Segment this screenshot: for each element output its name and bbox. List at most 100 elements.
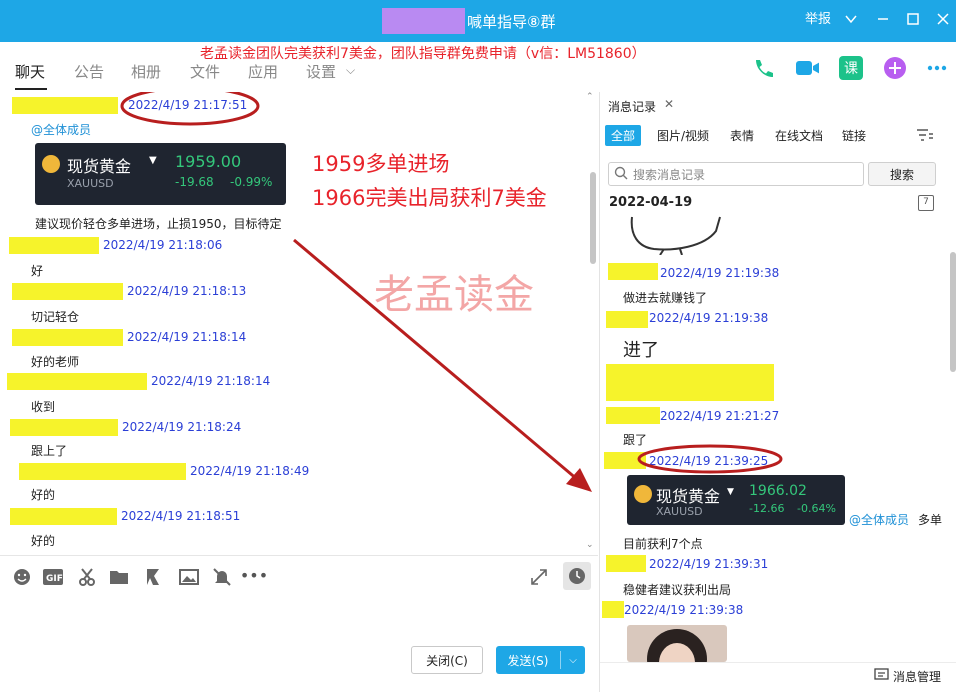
add-app-icon[interactable] [883, 56, 907, 80]
folder-icon[interactable] [109, 568, 129, 586]
message-input[interactable] [0, 595, 598, 692]
history-scrollbar[interactable] [950, 252, 956, 372]
message-timestamp: 2022/4/19 21:21:27 [660, 409, 780, 423]
more-tools-icon[interactable]: ••• [240, 566, 268, 585]
redaction-block [606, 407, 660, 424]
gold-quote-card[interactable]: 现货黄金 ▼ XAUUSD 1966.02 -12.66 -0.64% [627, 475, 845, 525]
quote-symbol: XAUUSD [656, 505, 703, 518]
phone-call-icon[interactable] [751, 56, 775, 80]
quote-symbol: XAUUSD [67, 177, 114, 190]
scroll-down-icon[interactable]: ⌄ [586, 540, 594, 550]
redaction-block [602, 601, 624, 618]
message-manage-icon [874, 668, 889, 685]
redaction-block [606, 555, 646, 572]
compose-toolbar: GIF ••• [0, 555, 598, 595]
course-icon[interactable]: 课 [839, 56, 863, 80]
tab-message-history[interactable]: 消息记录 [608, 98, 656, 115]
redaction-block [10, 508, 117, 525]
redaction-block [19, 463, 186, 480]
message-manage-button[interactable]: 消息管理 [893, 668, 941, 685]
close-tab-icon[interactable]: ✕ [664, 97, 674, 111]
sticker-image[interactable] [624, 215, 724, 255]
send-button[interactable]: 发送(S) ⌵ [496, 646, 585, 674]
window-title: 喊单指导⑧群 [382, 8, 555, 34]
active-tab-indicator [15, 88, 47, 90]
quote-name: 现货黄金 [656, 487, 721, 506]
annotation-exit: 1966完美出局获利7美金 [312, 186, 547, 210]
message-timestamp: 2022/4/19 21:18:51 [121, 509, 241, 523]
mention-all[interactable]: @全体成员 [849, 511, 909, 528]
redaction-block [7, 373, 147, 390]
redaction-block [606, 311, 648, 328]
message-text: 跟上了 [31, 444, 68, 458]
send-button-label[interactable]: 发送(S) [496, 652, 560, 669]
message-text: 做进去就赚钱了 [623, 291, 708, 305]
quote-price: 1966.02 [749, 483, 807, 499]
history-filter-bar: 全部 图片/视频 表情 在线文档 链接 [604, 125, 956, 147]
chat-message-area[interactable]: 2022/4/19 21:17:51 @全体成员 现货黄金 ▼ XAUUSD 1… [0, 92, 598, 554]
message-timestamp: 2022/4/19 21:19:38 [660, 266, 780, 280]
history-clock-icon[interactable] [563, 562, 591, 590]
expand-icon[interactable] [529, 568, 549, 586]
tab-chat[interactable]: 聊天 [15, 61, 45, 82]
chevron-down-icon[interactable] [844, 12, 858, 30]
filter-media[interactable]: 图片/视频 [651, 125, 715, 146]
gif-icon[interactable]: GIF [43, 568, 63, 586]
message-text: 切记轻仓 [31, 310, 80, 324]
caret-down-icon: ▼ [727, 487, 734, 497]
quote-change: -19.68 [175, 175, 214, 189]
search-button[interactable]: 搜索 [868, 162, 936, 186]
history-date: 2022-04-19 [609, 195, 693, 210]
message-timestamp: 2022/4/19 21:39:31 [649, 557, 769, 571]
close-icon[interactable] [936, 12, 950, 30]
filter-stickers[interactable]: 表情 [724, 125, 760, 146]
message-text: 好的 [31, 488, 56, 502]
tab-settings[interactable]: 设置 [306, 61, 336, 82]
annotation-entry: 1959多单进场 [312, 152, 450, 176]
maximize-icon[interactable] [906, 12, 920, 30]
more-icon[interactable] [925, 56, 949, 80]
tab-album[interactable]: 相册 [131, 61, 161, 82]
chevron-down-icon[interactable]: ⌵ [561, 655, 585, 666]
video-call-icon[interactable] [795, 56, 819, 80]
tab-files[interactable]: 文件 [190, 61, 220, 82]
report-button[interactable]: 举报 [805, 12, 831, 28]
emoji-icon[interactable] [12, 568, 32, 586]
screenshot-icon[interactable] [143, 568, 163, 586]
message-timestamp: 2022/4/19 21:19:38 [649, 311, 769, 325]
chat-scroll-thumb[interactable] [590, 172, 596, 264]
mention-all[interactable]: @全体成员 [31, 121, 91, 138]
redaction-block [12, 329, 123, 346]
message-timestamp: 2022/4/19 21:18:49 [190, 464, 310, 478]
image-icon[interactable] [179, 568, 199, 586]
message-text: 收到 [31, 400, 56, 414]
gold-coin-icon [42, 155, 60, 173]
chevron-down-icon[interactable]: ⌵ [346, 63, 355, 78]
message-timestamp: 2022/4/19 21:18:06 [103, 238, 223, 252]
quote-change: -12.66 [749, 502, 785, 515]
redaction-block [9, 237, 99, 254]
filter-docs[interactable]: 在线文档 [769, 125, 829, 146]
tab-apps[interactable]: 应用 [248, 61, 278, 82]
filter-links[interactable]: 链接 [836, 125, 872, 146]
redaction-block [12, 283, 123, 300]
message-text: 建议现价轻仓多单进场，止损1950，目标待定 [35, 217, 282, 231]
redaction-block [608, 263, 658, 280]
redaction-block [10, 419, 118, 436]
filter-settings-icon[interactable] [916, 127, 934, 146]
minimize-icon[interactable] [876, 12, 890, 30]
gold-quote-card[interactable]: 现货黄金 ▼ XAUUSD 1959.00 -19.68 -0.99% [35, 143, 286, 205]
message-text: 多单 [918, 513, 943, 527]
message-text: 目前获利7个点 [623, 537, 703, 551]
filter-all[interactable]: 全部 [605, 125, 642, 146]
scroll-up-icon[interactable]: ⌃ [586, 92, 594, 102]
redaction-block [606, 364, 774, 401]
chat-scrollbar[interactable] [586, 98, 596, 548]
mute-bell-icon[interactable] [212, 568, 232, 586]
scissors-icon[interactable] [77, 568, 97, 586]
close-button[interactable]: 关闭(C) [411, 646, 483, 674]
photo-image[interactable] [627, 625, 727, 662]
message-timestamp: 2022/4/19 21:18:24 [122, 420, 242, 434]
calendar-icon[interactable]: 7 [918, 195, 934, 211]
tab-announcement[interactable]: 公告 [74, 61, 104, 82]
